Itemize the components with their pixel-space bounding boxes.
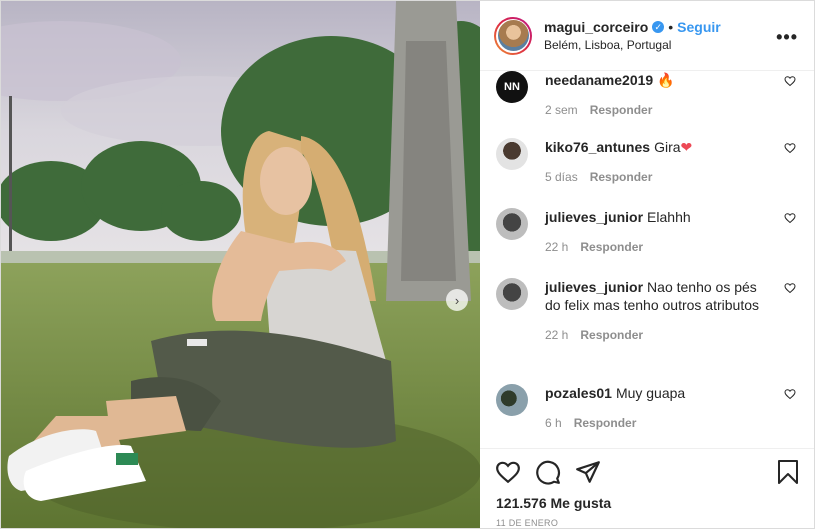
red-heart-emoji: ❤ xyxy=(680,139,693,155)
comment-time[interactable]: 22 h xyxy=(545,240,568,254)
comment-avatar[interactable] xyxy=(496,208,528,240)
fire-emoji: 🔥 xyxy=(657,72,675,88)
more-options-icon[interactable]: ••• xyxy=(776,27,798,48)
comment-avatar[interactable]: NN xyxy=(496,71,528,103)
reply-button[interactable]: Responder xyxy=(580,328,643,342)
comment-username[interactable]: needaname2019 xyxy=(545,72,653,88)
post-location[interactable]: Belém, Lisboa, Portugal xyxy=(544,38,721,52)
comment-username[interactable]: pozales01 xyxy=(545,385,612,401)
likes-count[interactable]: 121.576 Me gusta xyxy=(480,494,814,518)
comment-like-heart-icon[interactable] xyxy=(784,142,796,154)
verified-badge-icon: ✓ xyxy=(652,21,665,33)
comment-item: pozales01 Muy guapa 6 h Responder xyxy=(496,384,798,432)
carousel-next-button[interactable]: › xyxy=(446,289,468,311)
post-header: magui_corceiro ✓ • Seguir Belém, Lisboa,… xyxy=(480,1,814,71)
separator-dot: • xyxy=(668,19,674,35)
share-icon[interactable] xyxy=(575,459,601,485)
heart-icon[interactable] xyxy=(495,459,521,485)
author-avatar-image xyxy=(497,20,529,51)
comment-username[interactable]: julieves_junior xyxy=(545,209,643,225)
comment-like-heart-icon[interactable] xyxy=(784,75,796,87)
chevron-right-icon: › xyxy=(454,292,460,308)
reply-button[interactable]: Responder xyxy=(590,103,653,117)
author-username[interactable]: magui_corceiro xyxy=(544,19,648,35)
comment-like-heart-icon[interactable] xyxy=(784,282,796,294)
bookmark-icon[interactable] xyxy=(776,459,800,485)
follow-button[interactable]: Seguir xyxy=(677,19,721,35)
comment-item: NN needaname2019 🔥 2 sem Responder xyxy=(496,71,798,119)
comment-item: julieves_junior Elahhh 22 h Responder xyxy=(496,208,798,256)
photo-scene xyxy=(1,1,480,528)
author-avatar[interactable] xyxy=(494,16,532,55)
post-photo[interactable]: › xyxy=(1,1,480,528)
post-sidebar: magui_corceiro ✓ • Seguir Belém, Lisboa,… xyxy=(480,1,814,528)
comment-time[interactable]: 5 días xyxy=(545,170,578,184)
comment-item: julieves_junior Nao tenho os pés do felix… xyxy=(496,278,798,344)
comment-item: kiko76_antunes Gira❤ 5 días Responder xyxy=(496,138,798,186)
reply-button[interactable]: Responder xyxy=(580,240,643,254)
reply-button[interactable]: Responder xyxy=(574,416,637,430)
comment-username[interactable]: kiko76_antunes xyxy=(545,139,650,155)
comment-text: Muy guapa xyxy=(615,385,686,401)
reply-button[interactable]: Responder xyxy=(590,170,653,184)
comment-like-heart-icon[interactable] xyxy=(784,388,796,400)
comment-username[interactable]: julieves_junior xyxy=(545,279,643,295)
comment-time[interactable]: 2 sem xyxy=(545,103,578,117)
comment-time[interactable]: 22 h xyxy=(545,328,568,342)
comment-text: Elahhh xyxy=(647,209,691,225)
comment-icon[interactable] xyxy=(535,459,561,485)
comment-like-heart-icon[interactable] xyxy=(784,212,796,224)
comment-time[interactable]: 6 h xyxy=(545,416,562,430)
post-date: 11 DE ENERO xyxy=(496,518,559,528)
comments-list[interactable]: NN needaname2019 🔥 2 sem Responder kiko76_… xyxy=(480,71,814,448)
comment-text: Gira xyxy=(654,139,681,155)
comment-avatar[interactable] xyxy=(496,138,528,170)
post-modal: › magui_corceiro ✓ • Seguir Belém, Lisbo… xyxy=(0,0,815,529)
comment-avatar[interactable] xyxy=(496,278,528,310)
post-actions-bar xyxy=(480,448,814,494)
comment-avatar[interactable] xyxy=(496,384,528,416)
